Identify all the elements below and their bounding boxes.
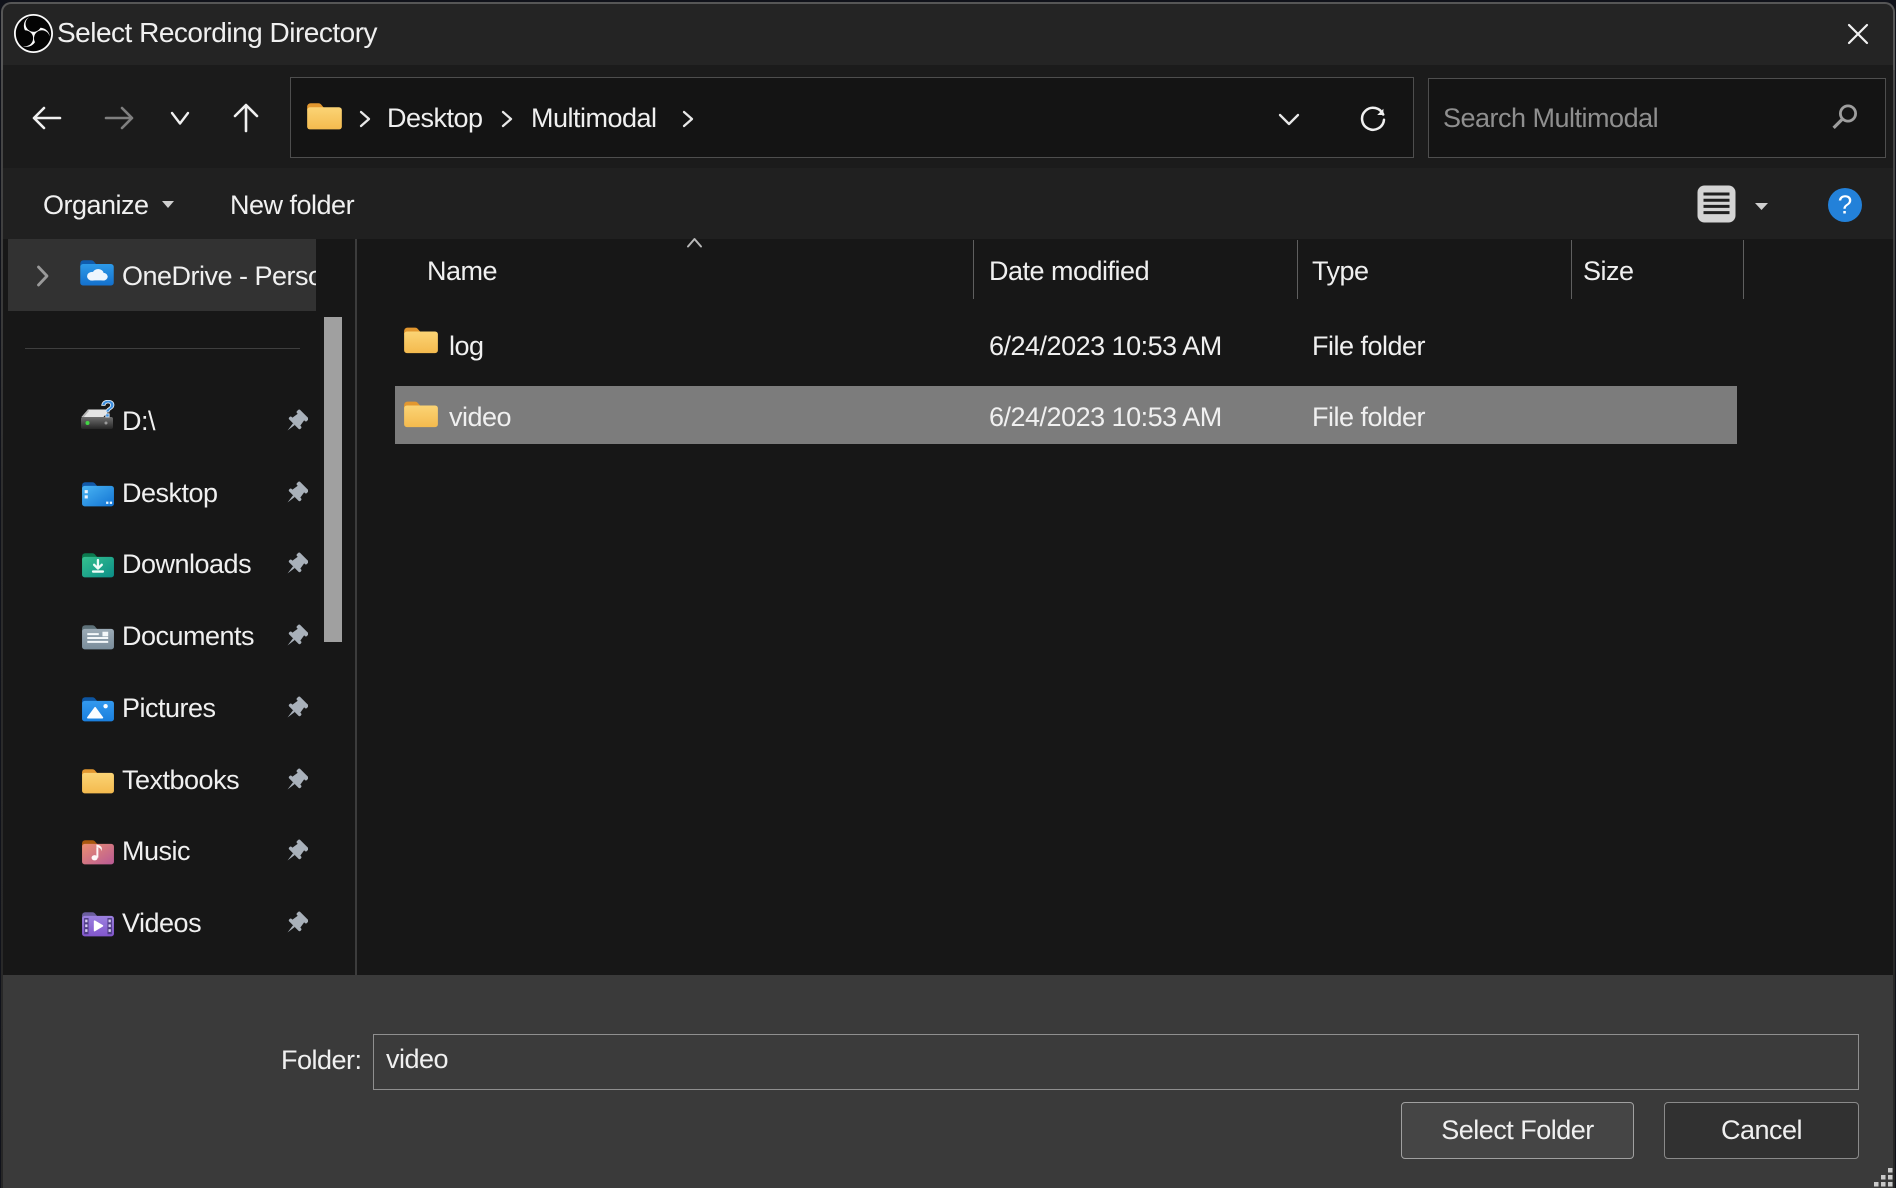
svg-text:?: ? <box>101 400 116 423</box>
svg-text:?: ? <box>1838 190 1852 220</box>
